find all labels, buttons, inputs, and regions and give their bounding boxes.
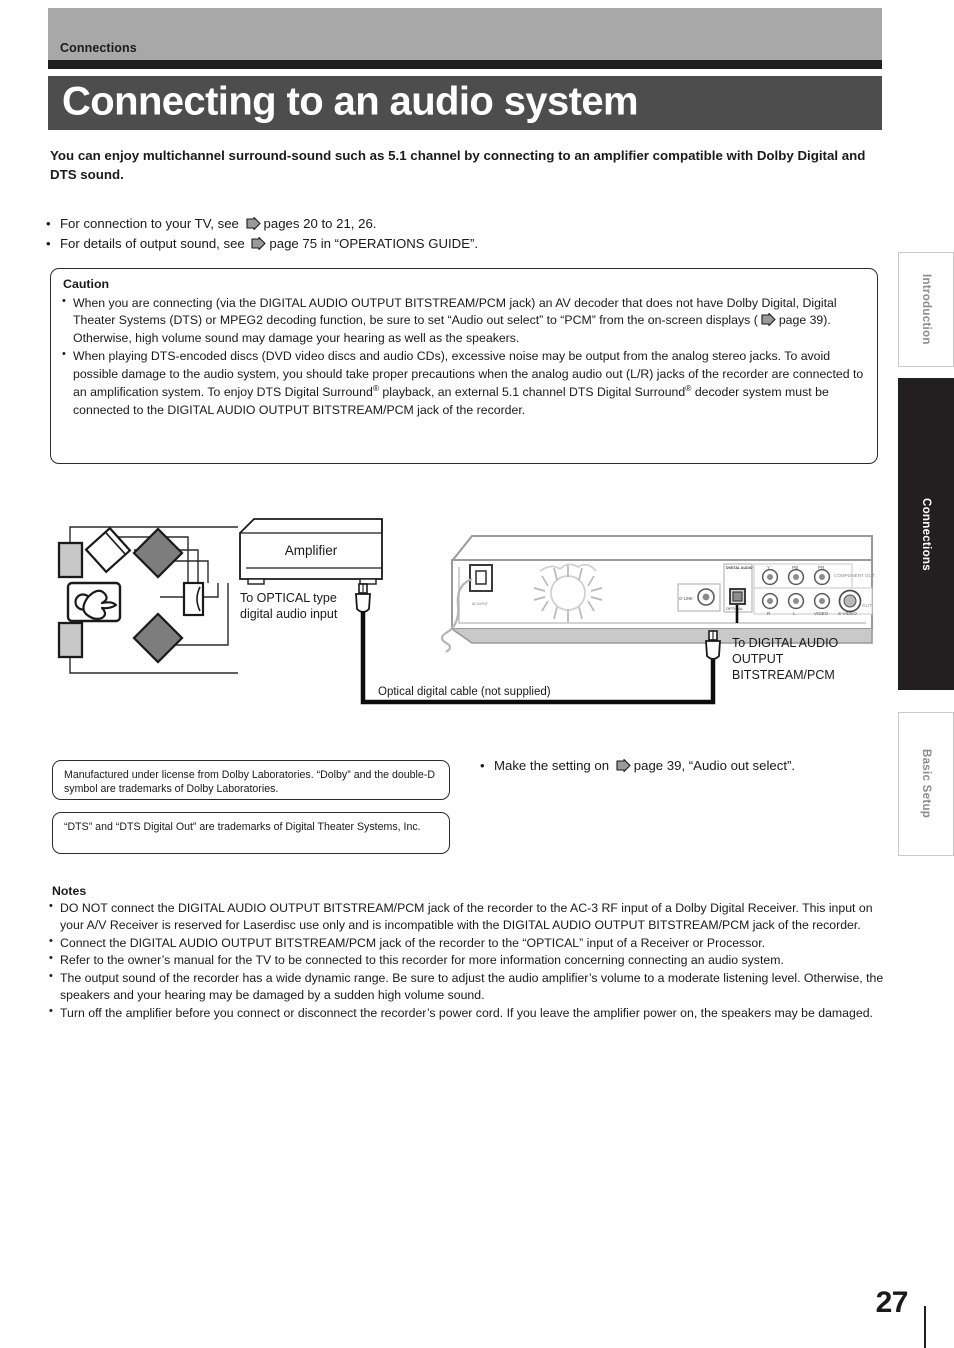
jack-video-label: VIDEO bbox=[814, 611, 829, 616]
amplifier-unit: Amplifier bbox=[239, 518, 383, 585]
page-number-rule bbox=[924, 1306, 926, 1348]
dts-trademark-text: “DTS” and “DTS Digital Out” are trademar… bbox=[64, 821, 421, 833]
page-title: Connecting to an audio system bbox=[62, 79, 639, 124]
g-link-jack: G-LINK bbox=[677, 583, 721, 612]
see-also-list: • For connection to your TV, see pages 20… bbox=[46, 214, 876, 255]
see-also-0-pre: For connection to your TV, see bbox=[60, 216, 239, 231]
page-reference-arrow-icon bbox=[616, 759, 631, 772]
section-header-bar: Connections bbox=[48, 8, 882, 60]
component-out-label: COMPONENT OUT bbox=[834, 573, 875, 578]
dts-trademark-box: “DTS” and “DTS Digital Out” are trademar… bbox=[52, 812, 450, 854]
list-item: • For connection to your TV, see pages 20… bbox=[46, 214, 876, 234]
page-reference-arrow-icon bbox=[245, 217, 261, 230]
side-tab-label: Basic Setup bbox=[920, 749, 932, 819]
side-tab-label: Connections bbox=[920, 497, 932, 571]
side-tab-connections[interactable]: Connections bbox=[898, 378, 954, 690]
setting-note-post: page 39, “Audio out select”. bbox=[633, 758, 796, 773]
optical-label: OPTICAL bbox=[726, 606, 744, 611]
list-item: Refer to the owner’s manual for the TV t… bbox=[48, 951, 884, 969]
speaker-front-left bbox=[57, 541, 84, 579]
dolby-trademark-box: Manufactured under license from Dolby La… bbox=[52, 760, 450, 800]
header-divider-rule bbox=[48, 60, 882, 69]
jack-l-label: L bbox=[793, 611, 796, 616]
side-tab-basic-setup[interactable]: Basic Setup bbox=[898, 712, 954, 856]
list-item: DO NOT connect the DIGITAL AUDIO OUTPUT … bbox=[48, 899, 884, 935]
jack-y-label: Y bbox=[767, 565, 770, 570]
recorder-jack-label-line1: To DIGITAL AUDIO bbox=[732, 636, 839, 650]
listener-icon bbox=[66, 581, 122, 623]
page-number: 27 bbox=[875, 1286, 909, 1319]
speaker-rear-left bbox=[57, 621, 84, 659]
see-also-0-post: pages 20 to 21, 26. bbox=[263, 216, 377, 231]
list-item: The output sound of the recorder has a w… bbox=[48, 969, 884, 1005]
g-link-label: G-LINK bbox=[679, 596, 693, 601]
page-title-bar: Connecting to an audio system bbox=[48, 76, 882, 130]
see-also-1-pre: For details of output sound, see bbox=[60, 236, 245, 252]
page-reference-arrow-icon bbox=[251, 237, 266, 251]
ac-inlet-label: AC IN PUT bbox=[472, 602, 488, 606]
list-item: • For details of output sound, see page 7… bbox=[46, 234, 876, 254]
connection-diagram-svg: Amplifier To OPTICAL type digital audio … bbox=[57, 518, 875, 705]
side-tab-label: Introduction bbox=[920, 274, 932, 345]
optical-cable-label: Optical digital cable (not supplied) bbox=[378, 686, 551, 698]
connection-diagram: Amplifier To OPTICAL type digital audio … bbox=[48, 505, 882, 730]
speaker-center-white bbox=[84, 526, 132, 574]
bullet-glyph: • bbox=[480, 758, 485, 773]
list-item: When you are connecting (via the DIGITAL… bbox=[61, 294, 867, 347]
setting-note: • Make the setting on page 39, “Audio out… bbox=[480, 758, 870, 773]
list-item: When playing DTS-encoded discs (DVD vide… bbox=[61, 347, 867, 419]
caution-1-part2: playback, an external 5.1 channel DTS Di… bbox=[379, 385, 686, 400]
manual-page: Connections Connecting to an audio syste… bbox=[0, 0, 954, 1348]
bullet-glyph: • bbox=[46, 216, 51, 231]
side-tab-introduction[interactable]: Introduction bbox=[898, 252, 954, 367]
recorder-jack-label-line2: OUTPUT bbox=[732, 652, 784, 666]
notes-list: DO NOT connect the DIGITAL AUDIO OUTPUT … bbox=[48, 899, 884, 1022]
optical-input-label-line1: To OPTICAL type bbox=[240, 591, 337, 605]
optical-plug-amplifier bbox=[355, 583, 371, 613]
bullet-glyph: • bbox=[46, 236, 51, 252]
list-item: Turn off the amplifier before you connec… bbox=[48, 1004, 884, 1022]
jack-svideo-label: S-VIDEO bbox=[838, 611, 857, 616]
out-label: OUT bbox=[862, 603, 872, 608]
optical-input-label-line2: digital audio input bbox=[240, 607, 338, 621]
recorder-jack-label-line3: BITSTREAM/PCM bbox=[732, 668, 835, 682]
caution-list: When you are connecting (via the DIGITAL… bbox=[61, 294, 867, 420]
see-also-1-post: page 75 in “OPERATIONS GUIDE”. bbox=[269, 236, 479, 252]
setting-note-pre: Make the setting on bbox=[494, 758, 610, 773]
jack-pr-label: PR bbox=[818, 565, 825, 570]
amplifier-label: Amplifier bbox=[285, 543, 338, 558]
speaker-surround-top bbox=[132, 527, 184, 579]
lead-paragraph: You can enjoy multichannel surround-soun… bbox=[50, 148, 866, 183]
caution-box: Caution When you are connecting (via the… bbox=[50, 268, 878, 464]
jack-pb-label: PB bbox=[792, 565, 798, 570]
notes-title: Notes bbox=[52, 884, 87, 898]
speaker-surround-bottom bbox=[132, 612, 184, 664]
subwoofer bbox=[182, 581, 205, 617]
recorder-rear-panel: AC IN PUT G-LINK DIGITAL AUDIO OPTICAL Y… bbox=[440, 535, 875, 653]
page-reference-arrow-icon bbox=[761, 313, 776, 327]
caution-0-part1: When you are connecting (via the DIGITAL… bbox=[73, 296, 837, 328]
caution-title: Caution bbox=[63, 277, 110, 291]
list-item: Connect the DIGITAL AUDIO OUTPUT BITSTRE… bbox=[48, 934, 884, 952]
dolby-trademark-text: Manufactured under license from Dolby La… bbox=[64, 769, 435, 796]
section-label: Connections bbox=[60, 41, 137, 55]
